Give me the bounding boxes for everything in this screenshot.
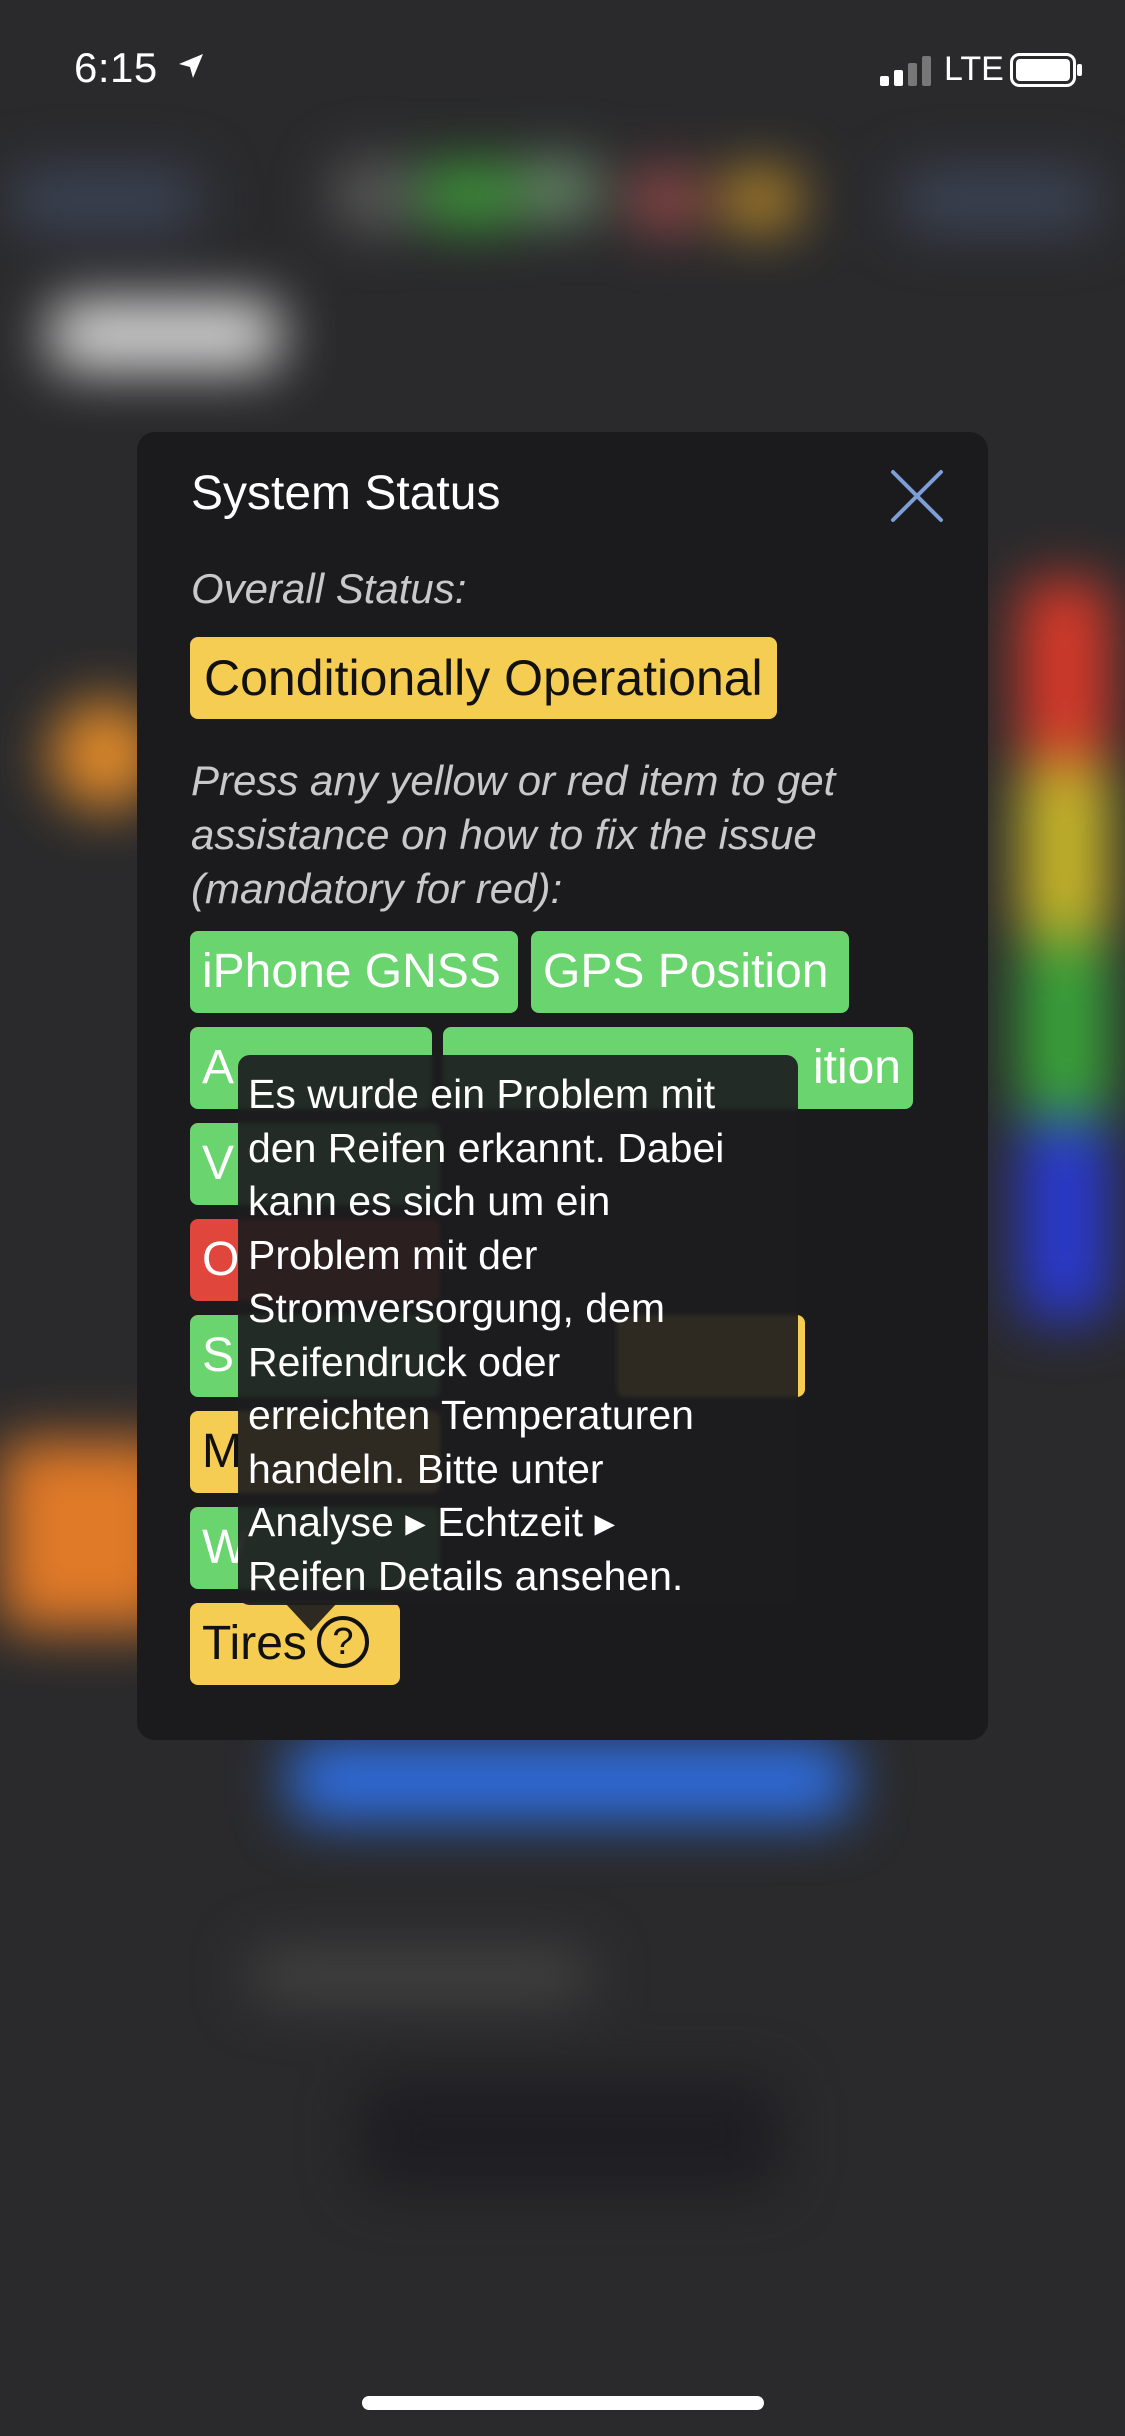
tooltip-line: Reifen Details ansehen. xyxy=(248,1552,684,1599)
tooltip-line: Analyse ▸ Echtzeit ▸ xyxy=(248,1499,616,1545)
tooltip-line: Reifendruck oder xyxy=(248,1338,561,1385)
overall-status-label: Overall Status: xyxy=(191,565,467,612)
tooltip-line: den Reifen erkannt. Dabei xyxy=(248,1124,725,1171)
help-instructions: Press any yellow or red item to get assi… xyxy=(191,757,836,912)
location-arrow-icon xyxy=(179,54,203,78)
tires-help-tooltip: Es wurde ein Problem mit den Reifen erka… xyxy=(238,1055,798,1605)
overall-status-badge: Conditionally Operational xyxy=(190,637,777,719)
tooltip-line: Stromversorgung, dem xyxy=(248,1285,666,1331)
tooltip-line: Problem mit der xyxy=(248,1231,538,1278)
status-item-iphone-gnss: iPhone GNSS xyxy=(190,931,518,1013)
close-x-icon[interactable] xyxy=(889,468,945,524)
status-time: 6:15 xyxy=(74,44,158,91)
battery-icon xyxy=(1010,53,1082,87)
status-item-gps-position: GPS Position xyxy=(531,931,849,1013)
modal-title: System Status xyxy=(191,467,501,520)
tooltip-line: kann es sich um ein xyxy=(248,1178,611,1224)
cellular-signal-icon xyxy=(880,56,931,86)
network-type: LTE xyxy=(944,50,1004,88)
tooltip-line: Es wurde ein Problem mit xyxy=(248,1071,716,1117)
home-indicator[interactable] xyxy=(362,2396,764,2410)
tooltip-line: erreichten Temperaturen xyxy=(248,1392,694,1438)
tooltip-pointer xyxy=(285,1603,337,1631)
status-bar: 6:15 LTE xyxy=(0,0,1125,140)
tooltip-line: handeln. Bitte unter xyxy=(248,1445,604,1492)
